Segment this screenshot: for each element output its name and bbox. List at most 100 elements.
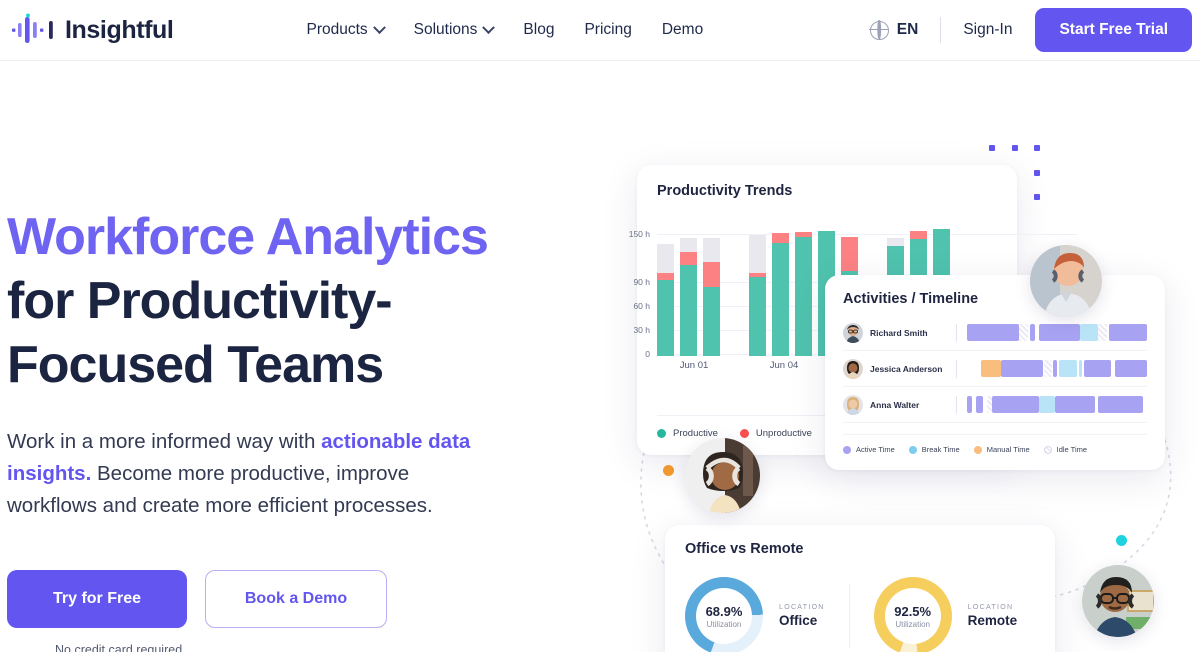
chart-bar [772, 232, 789, 356]
legend-item-idle-time: Idle Time [1043, 445, 1087, 454]
legend-label-break-time: Break Time [921, 445, 960, 454]
nav-item-blog[interactable]: Blog [523, 21, 554, 39]
donut-ring-remote: 92.5% Utilization [873, 577, 952, 652]
donut-office-caption: Utilization [706, 619, 742, 629]
nav-label-blog: Blog [523, 21, 555, 38]
page-title: Workforce Analytics for Productivity- Fo… [7, 205, 527, 397]
activity-timeline-track[interactable] [967, 396, 1147, 413]
row-divider [956, 359, 957, 378]
decorative-dot-5 [1034, 194, 1040, 200]
brand-name: Insightful [65, 15, 174, 44]
avatar-anna-walter [843, 394, 863, 415]
decorative-orange-dot [663, 465, 674, 476]
bar-segment [680, 264, 697, 356]
ytick-label-60: 60 h [633, 301, 650, 311]
office-remote-title: Office vs Remote [685, 541, 804, 557]
hero-subtitle: Work in a more informed way with actiona… [7, 426, 492, 522]
activity-user-name: Jessica Anderson [870, 363, 943, 374]
activity-block-active [1001, 360, 1043, 377]
legend-label-productive: Productive [673, 428, 718, 439]
legend-swatch-break-time [908, 445, 917, 454]
bar-segment [749, 235, 766, 273]
donut-office-location-name: Office [779, 613, 818, 628]
decorative-cyan-dot [1116, 535, 1127, 546]
no-credit-card-note: No credit card required [55, 643, 183, 652]
nav-item-demo[interactable]: Demo [662, 21, 703, 39]
start-free-trial-button[interactable]: Start Free Trial [1035, 8, 1192, 52]
language-selector[interactable]: EN [869, 20, 919, 40]
activity-block-break [1078, 360, 1083, 377]
ytick-label-30: 30 h [633, 325, 650, 335]
chart-bar [749, 235, 766, 356]
chart-title: Productivity Trends [657, 183, 793, 199]
try-for-free-button[interactable]: Try for Free [7, 570, 187, 628]
activity-block-break [1058, 360, 1077, 377]
activity-row: Richard Smith [843, 315, 1147, 351]
bar-segment [680, 251, 697, 265]
ytick-label-90: 90 h [633, 277, 650, 287]
activity-user-name: Richard Smith [870, 327, 928, 338]
activity-block-idle [1019, 324, 1029, 341]
chevron-down-icon [482, 20, 496, 34]
bar-segment [795, 236, 812, 356]
legend-item-active-time: Active Time [843, 445, 895, 454]
avatar-richard-smith [843, 322, 863, 343]
row-divider [956, 395, 957, 414]
donut-office-percent: 68.9% [705, 603, 743, 619]
activity-block-active [976, 396, 984, 413]
hero-title-line2: for Productivity- [7, 272, 393, 330]
activity-block-break [1039, 396, 1056, 413]
donut-office: 68.9% Utilization LOCATION Office [685, 577, 825, 652]
bar-segment [772, 232, 789, 244]
avatar-photo-man-glasses [1082, 565, 1154, 637]
donut-remote-meta: LOCATION Remote [968, 604, 1018, 628]
avatar-jessica-anderson [843, 358, 863, 379]
donut-office-text: 68.9% Utilization [706, 604, 743, 629]
sign-in-link[interactable]: Sign-In [963, 21, 1012, 39]
activity-block-manual [981, 360, 1002, 377]
donut-remote-percent: 92.5% [894, 603, 932, 619]
activity-timeline-track[interactable] [967, 324, 1147, 341]
site-header: Insightful Products Solutions Blog Prici… [0, 0, 1200, 61]
brand-logo[interactable]: Insightful [12, 13, 174, 47]
activity-block-active [1114, 360, 1147, 377]
ytick-label-0: 0 [645, 349, 650, 359]
bar-segment [703, 237, 720, 262]
avatar-photo-woman-headphones [685, 438, 760, 513]
row-divider [956, 323, 957, 342]
legend-label-active-time: Active Time [856, 445, 895, 454]
ytick-label-150: 150 h [628, 229, 650, 239]
activity-timeline-track[interactable] [967, 360, 1147, 377]
nav-item-pricing[interactable]: Pricing [584, 21, 631, 39]
header-actions: EN Sign-In Start Free Trial [869, 8, 1192, 52]
hero-content: Workforce Analytics for Productivity- Fo… [7, 205, 527, 652]
nav-label-products: Products [306, 21, 368, 38]
donut-remote-location-label: LOCATION [967, 604, 1014, 611]
activity-block-active [967, 396, 973, 413]
decorative-dot-4 [1034, 170, 1040, 176]
book-a-demo-button[interactable]: Book a Demo [205, 570, 387, 628]
bar-segment [657, 279, 674, 356]
bar-segment [749, 277, 766, 356]
main-navigation: Products Solutions Blog Pricing Demo [306, 20, 703, 39]
bar-segment [887, 237, 904, 247]
activity-block-active [1039, 324, 1081, 341]
language-label: EN [896, 21, 919, 38]
legend-item-unproductive: Unproductive [739, 428, 812, 439]
bar-segment [772, 243, 789, 356]
activity-user-name: Anna Walter [870, 399, 920, 410]
chart-bar [795, 232, 812, 356]
activities-title: Activities / Timeline [843, 291, 979, 307]
legend-swatch-active-time [843, 445, 851, 454]
hero-title-accent: Workforce Analytics [7, 208, 489, 266]
donut-ring-office: 68.9% Utilization [685, 577, 763, 652]
hero-illustration: Productivity Trends 150 h 90 h 60 h 30 h… [620, 110, 1200, 652]
nav-item-solutions[interactable]: Solutions [414, 20, 496, 39]
nav-item-products[interactable]: Products [306, 20, 386, 39]
donut-group: 68.9% Utilization LOCATION Office 92.5% … [685, 577, 1035, 652]
activity-block-active [1053, 360, 1057, 377]
hero-cta-group: Try for Free Book a Demo [7, 570, 527, 628]
activities-timeline-card: Activities / Timeline Richard Smith Jessi… [825, 275, 1165, 470]
donut-office-meta: LOCATION Office [779, 604, 825, 628]
legend-swatch-unproductive [739, 429, 749, 438]
